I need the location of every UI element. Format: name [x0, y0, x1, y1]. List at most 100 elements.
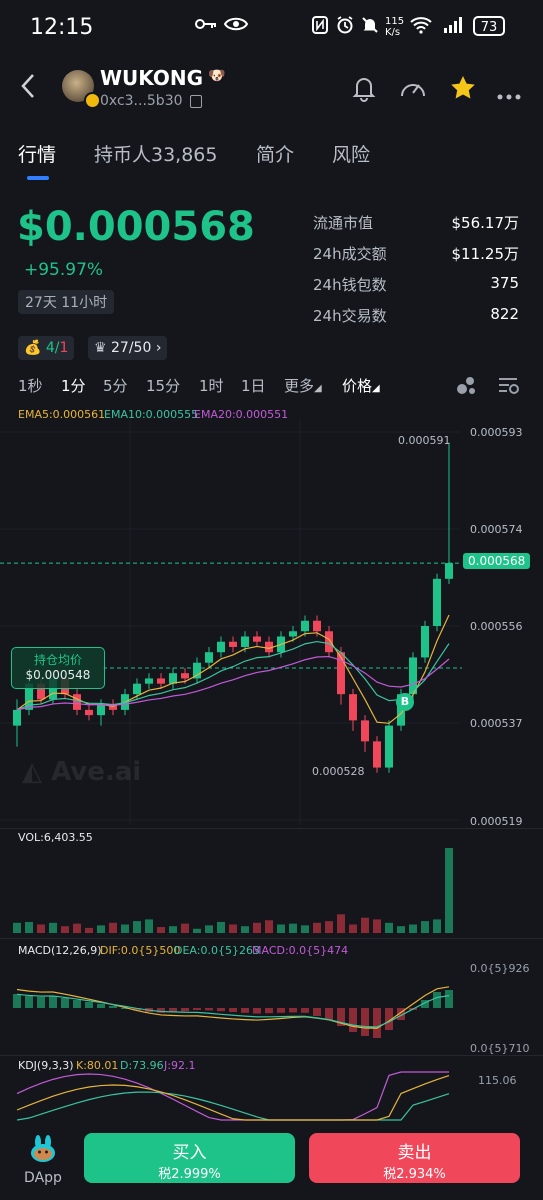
macd-bar — [277, 1008, 285, 1013]
tf-1h[interactable]: 1时 — [199, 375, 224, 396]
stat-value: 375 — [490, 274, 519, 292]
macd-bar — [217, 1008, 225, 1012]
sell-button[interactable]: 卖出 税2.934% — [309, 1133, 520, 1183]
candle-body — [421, 626, 429, 658]
macd-dif: DIF:0.0{5}500 — [100, 944, 181, 957]
macd-bar — [13, 994, 21, 1008]
candle-body — [253, 636, 261, 642]
volume-bar — [133, 921, 141, 933]
macd-bar — [229, 1008, 237, 1012]
volume-bar — [97, 925, 105, 933]
eye-icon — [223, 16, 249, 35]
candle-body — [157, 678, 165, 684]
volume-bar — [145, 919, 153, 933]
candle-body — [181, 673, 189, 679]
dog-icon: 🐶 — [208, 68, 226, 84]
price-value: $0.000568 — [17, 204, 255, 250]
avg-cost-value: $0.000548 — [25, 668, 91, 682]
buy-marker[interactable]: B — [396, 693, 414, 711]
macd-bar — [325, 1008, 333, 1020]
chain-badge-icon — [84, 92, 101, 109]
tf-price[interactable]: 价格◢ — [342, 375, 380, 396]
buy-tax: 税2.999% — [158, 1167, 221, 1182]
macd-bar — [49, 996, 57, 1008]
macd-bar — [241, 1008, 249, 1013]
tf-more-label: 更多 — [284, 377, 315, 395]
candle-body — [301, 620, 309, 632]
buy-button[interactable]: 买入 税2.999% — [84, 1133, 295, 1183]
tf-1d[interactable]: 1日 — [241, 375, 266, 396]
tf-more[interactable]: 更多◢ — [284, 375, 322, 396]
tf-5m[interactable]: 5分 — [103, 375, 128, 396]
tab-intro[interactable]: 简介 — [256, 140, 294, 167]
candle-body — [373, 741, 381, 768]
moneybag-icon: 💰 — [24, 340, 42, 356]
candle-body — [169, 673, 177, 684]
net-speed: 115 K/s — [385, 16, 405, 38]
macd-bar — [253, 1008, 261, 1014]
watermark-logo: ◭ Ave.ai — [22, 757, 141, 787]
macd-bar — [193, 1008, 201, 1010]
copy-icon[interactable] — [190, 95, 202, 108]
crown-icon: ♛ — [94, 340, 107, 356]
tab-holders[interactable]: 持币人33,865 — [94, 140, 217, 167]
tab-risk[interactable]: 风险 — [332, 140, 370, 167]
candle-body — [229, 641, 237, 647]
tf-1s[interactable]: 1秒 — [18, 375, 43, 396]
macd-bar — [85, 1002, 93, 1008]
macd-bar — [61, 998, 69, 1008]
macd-bar — [25, 996, 33, 1008]
y-tick: 0.000593 — [470, 426, 523, 439]
macd-value: MACD:0.0{5}474 — [252, 944, 349, 957]
volume-bar — [217, 921, 225, 933]
moneybag-pill[interactable]: 💰 4/1 — [18, 336, 75, 360]
macd-dea: DEA:0.0{5}263 — [174, 944, 260, 957]
candle-body — [241, 636, 249, 647]
ave-logo-icon: ◭ — [22, 757, 42, 787]
volume-bar — [313, 922, 321, 933]
volume-bar — [337, 914, 345, 933]
volume-bar — [373, 919, 381, 933]
watermark-text: Ave.ai — [51, 757, 142, 787]
bell-icon[interactable] — [350, 74, 378, 106]
y-tick: 0.000574 — [470, 523, 523, 536]
back-button[interactable] — [20, 72, 36, 107]
more-icon[interactable] — [497, 85, 521, 104]
volume-bar — [205, 925, 213, 933]
status-time: 12:15 — [30, 15, 94, 40]
token-address[interactable]: 0xc3...5b30 — [100, 93, 183, 109]
candle-body — [97, 704, 105, 716]
volume-bar — [325, 921, 333, 933]
tf-15m[interactable]: 15分 — [146, 375, 180, 396]
gauge-icon[interactable] — [398, 74, 428, 106]
volume-bar — [85, 927, 93, 933]
vol-label: VOL:6,403.55 — [18, 831, 93, 844]
tab-market[interactable]: 行情 — [18, 140, 56, 167]
volume-bar — [25, 921, 33, 933]
divider — [0, 938, 543, 939]
divider — [0, 1055, 543, 1056]
volume-bar — [49, 922, 57, 933]
divider — [0, 828, 543, 829]
volume-bar — [265, 920, 273, 933]
star-icon[interactable] — [449, 74, 477, 106]
macd-bar — [73, 1000, 81, 1008]
volume-bar — [397, 926, 405, 933]
mute-icon — [361, 16, 379, 38]
candle-body — [13, 709, 21, 726]
volume-bar — [277, 924, 285, 933]
token-age: 27天 11小时 — [18, 290, 115, 314]
indicator-icon[interactable] — [453, 372, 479, 402]
chart-settings-icon[interactable] — [495, 372, 521, 402]
crown-pill[interactable]: ♛ 27/50 › — [88, 336, 168, 360]
volume-chart — [13, 848, 453, 933]
macd-bar — [205, 1008, 213, 1011]
kdj-k-line — [16, 1075, 450, 1121]
low-label: 0.000528 — [312, 765, 365, 778]
candle-body — [313, 620, 321, 632]
macd-bar — [373, 1008, 381, 1038]
kdj-d-line — [16, 1091, 450, 1121]
tf-1m[interactable]: 1分 — [61, 375, 86, 396]
stat-value: $11.25万 — [451, 245, 520, 263]
dapp-button[interactable]: DApp — [24, 1134, 62, 1186]
